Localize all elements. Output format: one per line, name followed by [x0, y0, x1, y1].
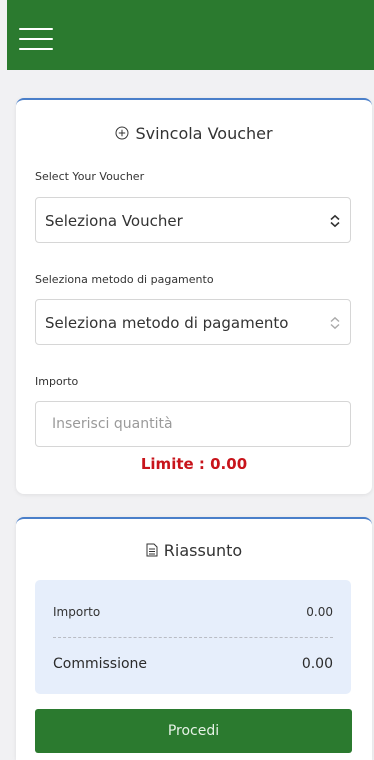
proceed-button[interactable]: Procedi: [35, 709, 352, 753]
release-voucher-title: Svincola Voucher: [16, 124, 372, 144]
payment-method-select-value: Seleziona metodo di pagamento: [45, 314, 289, 332]
summary-divider: [53, 637, 333, 638]
voucher-select[interactable]: Seleziona Voucher: [35, 197, 351, 243]
summary-amount-value: 0.00: [306, 605, 333, 619]
payment-method-label: Seleziona metodo di pagamento: [35, 273, 214, 286]
chevron-up-down-icon: [329, 315, 341, 330]
summary-box: Importo 0.00 Commissione 0.00: [35, 580, 351, 694]
summary-card: Riassunto Importo 0.00 Commissione 0.00 …: [16, 517, 372, 760]
amount-label: Importo: [35, 375, 79, 388]
document-icon: [146, 542, 158, 561]
summary-title-text: Riassunto: [163, 541, 243, 560]
amount-input[interactable]: [35, 401, 351, 447]
voucher-select-label: Select Your Voucher: [35, 170, 145, 183]
app-header: [7, 0, 374, 70]
release-voucher-card: Svincola Voucher Select Your Voucher Sel…: [16, 98, 372, 494]
payment-method-select[interactable]: Seleziona metodo di pagamento: [35, 299, 351, 345]
hamburger-menu-icon[interactable]: [19, 28, 53, 50]
voucher-select-value: Seleziona Voucher: [45, 212, 183, 230]
release-voucher-title-text: Svincola Voucher: [135, 124, 273, 143]
summary-commission-label: Commissione: [53, 656, 148, 672]
summary-title: Riassunto: [16, 541, 372, 561]
summary-row-amount: Importo 0.00: [53, 605, 333, 619]
plus-circle-icon: [115, 125, 129, 144]
limit-text: Limite : 0.00: [140, 455, 248, 473]
summary-amount-label: Importo: [53, 605, 101, 619]
chevron-up-down-icon: [329, 213, 341, 228]
summary-commission-value: 0.00: [301, 656, 333, 672]
summary-row-commission: Commissione 0.00: [53, 656, 333, 672]
